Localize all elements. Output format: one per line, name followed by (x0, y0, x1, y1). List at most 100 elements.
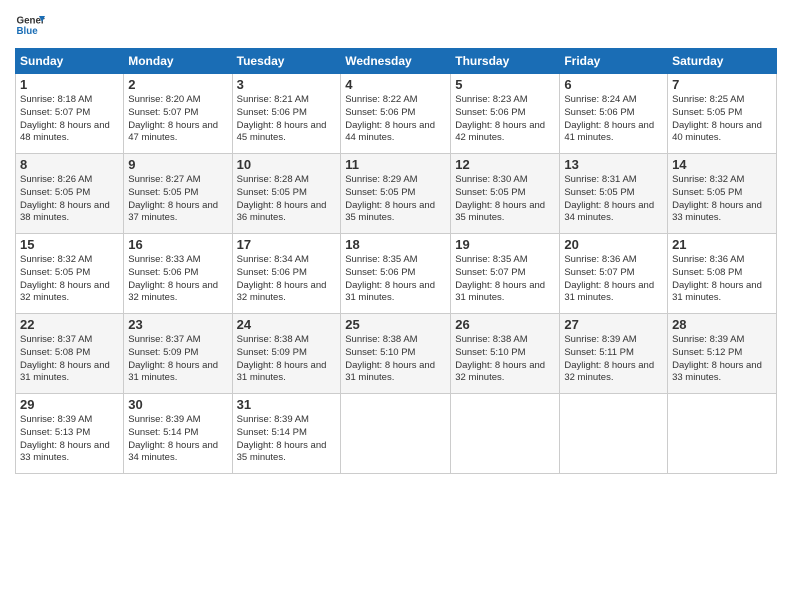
day-number: 12 (455, 157, 555, 172)
calendar-day-cell: 22 Sunrise: 8:37 AMSunset: 5:08 PMDaylig… (16, 314, 124, 394)
day-info: Sunrise: 8:39 AMSunset: 5:13 PMDaylight:… (20, 414, 119, 465)
calendar-day-cell: 26 Sunrise: 8:38 AMSunset: 5:10 PMDaylig… (451, 314, 560, 394)
calendar-day-cell: 7 Sunrise: 8:25 AMSunset: 5:05 PMDayligh… (668, 74, 777, 154)
day-info: Sunrise: 8:21 AMSunset: 5:06 PMDaylight:… (237, 94, 337, 145)
day-number: 17 (237, 237, 337, 252)
day-info: Sunrise: 8:37 AMSunset: 5:09 PMDaylight:… (128, 334, 227, 385)
calendar-day-cell: 9 Sunrise: 8:27 AMSunset: 5:05 PMDayligh… (124, 154, 232, 234)
day-info: Sunrise: 8:33 AMSunset: 5:06 PMDaylight:… (128, 254, 227, 305)
day-number: 21 (672, 237, 772, 252)
calendar-day-cell: 13 Sunrise: 8:31 AMSunset: 5:05 PMDaylig… (560, 154, 668, 234)
day-number: 1 (20, 77, 119, 92)
calendar-day-cell: 14 Sunrise: 8:32 AMSunset: 5:05 PMDaylig… (668, 154, 777, 234)
day-header-saturday: Saturday (668, 49, 777, 74)
day-number: 25 (345, 317, 446, 332)
calendar-day-cell: 29 Sunrise: 8:39 AMSunset: 5:13 PMDaylig… (16, 394, 124, 474)
calendar-day-cell: 8 Sunrise: 8:26 AMSunset: 5:05 PMDayligh… (16, 154, 124, 234)
day-info: Sunrise: 8:29 AMSunset: 5:05 PMDaylight:… (345, 174, 446, 225)
page-container: General Blue SundayMondayTuesdayWednesda… (0, 0, 792, 484)
day-info: Sunrise: 8:27 AMSunset: 5:05 PMDaylight:… (128, 174, 227, 225)
day-info: Sunrise: 8:32 AMSunset: 5:05 PMDaylight:… (672, 174, 772, 225)
day-number: 24 (237, 317, 337, 332)
calendar-day-cell: 28 Sunrise: 8:39 AMSunset: 5:12 PMDaylig… (668, 314, 777, 394)
calendar-day-cell: 30 Sunrise: 8:39 AMSunset: 5:14 PMDaylig… (124, 394, 232, 474)
calendar-day-cell: 1 Sunrise: 8:18 AMSunset: 5:07 PMDayligh… (16, 74, 124, 154)
day-info: Sunrise: 8:37 AMSunset: 5:08 PMDaylight:… (20, 334, 119, 385)
day-info: Sunrise: 8:28 AMSunset: 5:05 PMDaylight:… (237, 174, 337, 225)
day-number: 15 (20, 237, 119, 252)
calendar-week-row: 22 Sunrise: 8:37 AMSunset: 5:08 PMDaylig… (16, 314, 777, 394)
day-number: 8 (20, 157, 119, 172)
calendar-day-cell: 27 Sunrise: 8:39 AMSunset: 5:11 PMDaylig… (560, 314, 668, 394)
calendar-day-cell: 3 Sunrise: 8:21 AMSunset: 5:06 PMDayligh… (232, 74, 341, 154)
day-info: Sunrise: 8:25 AMSunset: 5:05 PMDaylight:… (672, 94, 772, 145)
calendar-empty-cell (451, 394, 560, 474)
logo: General Blue (15, 10, 45, 40)
calendar-header-row: SundayMondayTuesdayWednesdayThursdayFrid… (16, 49, 777, 74)
day-number: 14 (672, 157, 772, 172)
day-header-friday: Friday (560, 49, 668, 74)
day-number: 27 (564, 317, 663, 332)
calendar-day-cell: 11 Sunrise: 8:29 AMSunset: 5:05 PMDaylig… (341, 154, 451, 234)
day-number: 4 (345, 77, 446, 92)
calendar-day-cell: 24 Sunrise: 8:38 AMSunset: 5:09 PMDaylig… (232, 314, 341, 394)
calendar-day-cell: 23 Sunrise: 8:37 AMSunset: 5:09 PMDaylig… (124, 314, 232, 394)
day-header-tuesday: Tuesday (232, 49, 341, 74)
day-number: 23 (128, 317, 227, 332)
calendar-day-cell: 5 Sunrise: 8:23 AMSunset: 5:06 PMDayligh… (451, 74, 560, 154)
day-header-wednesday: Wednesday (341, 49, 451, 74)
calendar-day-cell: 25 Sunrise: 8:38 AMSunset: 5:10 PMDaylig… (341, 314, 451, 394)
calendar-day-cell: 17 Sunrise: 8:34 AMSunset: 5:06 PMDaylig… (232, 234, 341, 314)
calendar-day-cell: 4 Sunrise: 8:22 AMSunset: 5:06 PMDayligh… (341, 74, 451, 154)
day-info: Sunrise: 8:39 AMSunset: 5:11 PMDaylight:… (564, 334, 663, 385)
day-number: 31 (237, 397, 337, 412)
calendar-day-cell: 15 Sunrise: 8:32 AMSunset: 5:05 PMDaylig… (16, 234, 124, 314)
day-header-monday: Monday (124, 49, 232, 74)
day-info: Sunrise: 8:32 AMSunset: 5:05 PMDaylight:… (20, 254, 119, 305)
day-info: Sunrise: 8:30 AMSunset: 5:05 PMDaylight:… (455, 174, 555, 225)
day-info: Sunrise: 8:38 AMSunset: 5:10 PMDaylight:… (455, 334, 555, 385)
calendar-day-cell: 20 Sunrise: 8:36 AMSunset: 5:07 PMDaylig… (560, 234, 668, 314)
calendar-day-cell: 12 Sunrise: 8:30 AMSunset: 5:05 PMDaylig… (451, 154, 560, 234)
day-info: Sunrise: 8:23 AMSunset: 5:06 PMDaylight:… (455, 94, 555, 145)
day-number: 11 (345, 157, 446, 172)
day-number: 6 (564, 77, 663, 92)
calendar-day-cell: 10 Sunrise: 8:28 AMSunset: 5:05 PMDaylig… (232, 154, 341, 234)
day-info: Sunrise: 8:35 AMSunset: 5:07 PMDaylight:… (455, 254, 555, 305)
day-info: Sunrise: 8:35 AMSunset: 5:06 PMDaylight:… (345, 254, 446, 305)
calendar-empty-cell (560, 394, 668, 474)
day-info: Sunrise: 8:31 AMSunset: 5:05 PMDaylight:… (564, 174, 663, 225)
logo-icon: General Blue (15, 10, 45, 40)
day-number: 16 (128, 237, 227, 252)
day-info: Sunrise: 8:36 AMSunset: 5:08 PMDaylight:… (672, 254, 772, 305)
day-number: 18 (345, 237, 446, 252)
day-number: 30 (128, 397, 227, 412)
calendar-week-row: 29 Sunrise: 8:39 AMSunset: 5:13 PMDaylig… (16, 394, 777, 474)
day-number: 26 (455, 317, 555, 332)
calendar-empty-cell (341, 394, 451, 474)
day-number: 29 (20, 397, 119, 412)
day-info: Sunrise: 8:39 AMSunset: 5:14 PMDaylight:… (128, 414, 227, 465)
calendar-week-row: 1 Sunrise: 8:18 AMSunset: 5:07 PMDayligh… (16, 74, 777, 154)
calendar-empty-cell (668, 394, 777, 474)
calendar-table: SundayMondayTuesdayWednesdayThursdayFrid… (15, 48, 777, 474)
day-number: 19 (455, 237, 555, 252)
day-info: Sunrise: 8:22 AMSunset: 5:06 PMDaylight:… (345, 94, 446, 145)
day-number: 22 (20, 317, 119, 332)
day-number: 3 (237, 77, 337, 92)
calendar-week-row: 15 Sunrise: 8:32 AMSunset: 5:05 PMDaylig… (16, 234, 777, 314)
day-number: 28 (672, 317, 772, 332)
day-number: 13 (564, 157, 663, 172)
day-info: Sunrise: 8:24 AMSunset: 5:06 PMDaylight:… (564, 94, 663, 145)
day-number: 20 (564, 237, 663, 252)
calendar-day-cell: 2 Sunrise: 8:20 AMSunset: 5:07 PMDayligh… (124, 74, 232, 154)
day-number: 10 (237, 157, 337, 172)
calendar-day-cell: 16 Sunrise: 8:33 AMSunset: 5:06 PMDaylig… (124, 234, 232, 314)
day-info: Sunrise: 8:34 AMSunset: 5:06 PMDaylight:… (237, 254, 337, 305)
calendar-day-cell: 19 Sunrise: 8:35 AMSunset: 5:07 PMDaylig… (451, 234, 560, 314)
day-number: 9 (128, 157, 227, 172)
day-number: 7 (672, 77, 772, 92)
day-info: Sunrise: 8:39 AMSunset: 5:14 PMDaylight:… (237, 414, 337, 465)
day-number: 2 (128, 77, 227, 92)
calendar-day-cell: 18 Sunrise: 8:35 AMSunset: 5:06 PMDaylig… (341, 234, 451, 314)
